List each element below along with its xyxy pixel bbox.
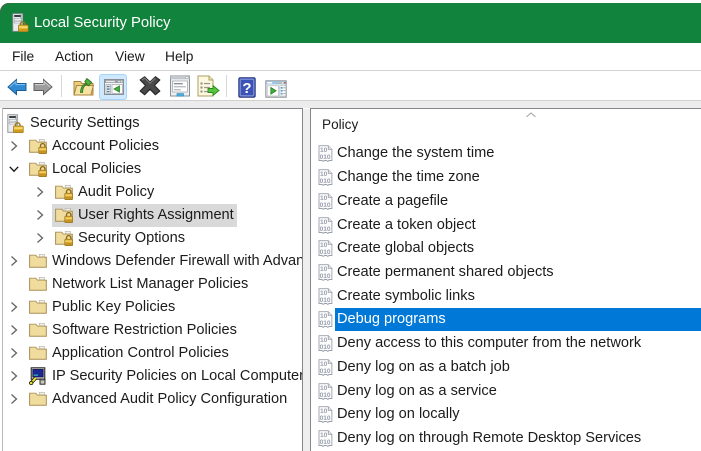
svg-text:010: 010 — [320, 178, 331, 185]
svg-text:010: 010 — [320, 154, 331, 161]
svg-text:010: 010 — [320, 439, 331, 446]
svg-text:010: 010 — [320, 415, 331, 422]
svg-text:010: 010 — [320, 249, 331, 256]
svg-text:010: 010 — [320, 320, 331, 327]
svg-text:010: 010 — [320, 368, 331, 375]
svg-text:?: ? — [242, 80, 251, 97]
svg-text:010: 010 — [320, 273, 331, 280]
svg-text:010: 010 — [320, 344, 331, 351]
svg-text:010: 010 — [320, 392, 331, 399]
svg-text:010: 010 — [320, 226, 331, 233]
svg-text:010: 010 — [320, 297, 331, 304]
svg-text:010: 010 — [320, 202, 331, 209]
